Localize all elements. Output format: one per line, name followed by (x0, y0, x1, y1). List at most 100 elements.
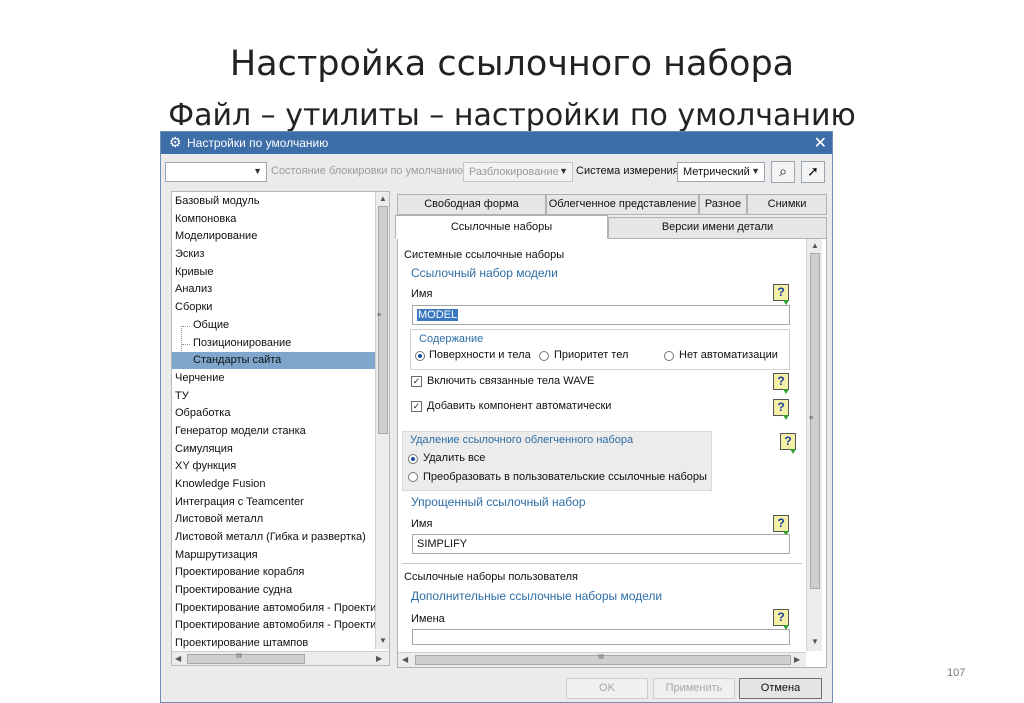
user-sets-heading: Ссылочные наборы пользователя (404, 571, 579, 583)
radio-label: Преобразовать в пользовательские ссылочн… (423, 471, 707, 483)
radio-delete-all[interactable] (408, 454, 418, 464)
scroll-up-icon[interactable]: ▲ (811, 241, 819, 250)
tree-item[interactable]: Обработка (172, 405, 375, 422)
reference-sets-panel: Системные ссылочные наборы Ссылочный наб… (397, 238, 827, 668)
tab-freeform[interactable]: Свободная форма (397, 194, 546, 215)
gear-icon: ⚙ (169, 134, 182, 150)
tree-item[interactable]: Позиционирование (172, 335, 375, 352)
tree-item[interactable]: Листовой металл (172, 511, 375, 528)
wand-icon: ➚ (807, 163, 819, 179)
scroll-right-icon[interactable]: ▶ (376, 654, 382, 663)
tree-item[interactable]: XY функция (172, 458, 375, 475)
checkbox-wave-bodies[interactable]: ✓ (411, 376, 422, 387)
names-label: Имена (411, 613, 445, 625)
cancel-button[interactable]: Отмена (739, 678, 822, 699)
checkbox-auto-add[interactable]: ✓ (411, 401, 422, 412)
ok-button[interactable]: OK (566, 678, 648, 699)
delete-heading: Удаление ссылочного облегченного набора (410, 434, 634, 446)
names-list[interactable] (412, 629, 790, 645)
tree-item[interactable]: Кривые (172, 264, 375, 281)
scroll-left-icon[interactable]: ◀ (175, 654, 181, 663)
help-icon[interactable]: ? (780, 433, 796, 454)
find-default-button[interactable]: ⌕ (771, 161, 795, 183)
name-label: Имя (411, 288, 433, 300)
tree-item[interactable]: Базовый модуль (172, 193, 375, 210)
tree-item[interactable]: Сборки (172, 299, 375, 316)
radio-convert-user-sets[interactable] (408, 472, 418, 482)
apply-button[interactable]: Применить (653, 678, 735, 699)
tree-item-selected[interactable]: Стандарты сайта (172, 352, 375, 369)
tree-vertical-scrollbar[interactable]: ▲ ≡ ▼ (375, 192, 389, 649)
checkbox-label: Включить связанные тела WAVE (427, 375, 595, 387)
tree-horizontal-scrollbar[interactable]: ◀ III ▶ (172, 651, 389, 665)
tab-lightweight[interactable]: Облегченное представление (546, 194, 699, 215)
scroll-up-icon[interactable]: ▲ (379, 194, 387, 203)
tree-item[interactable]: Симуляция (172, 441, 375, 458)
tree-item[interactable]: Маршрутизация (172, 547, 375, 564)
close-icon[interactable]: ✕ (814, 133, 827, 153)
help-icon[interactable]: ? (773, 399, 789, 420)
chevron-down-icon: ▼ (253, 166, 262, 176)
panel-horizontal-scrollbar[interactable]: ◀ III ▶ (398, 652, 806, 667)
tree-item[interactable]: Проектирование штампов (172, 635, 375, 652)
scroll-left-icon[interactable]: ◀ (402, 655, 408, 664)
tree-item[interactable]: Генератор модели станка (172, 423, 375, 440)
radio-surfaces-bodies[interactable] (415, 351, 425, 361)
lock-state-select[interactable]: Разблокирование ▼ (463, 162, 573, 182)
defaults-dialog: ⚙ Настройки по умолчанию ✕ ▼ Состояние б… (160, 131, 833, 703)
chevron-down-icon: ▼ (751, 166, 760, 176)
scroll-thumb[interactable] (187, 654, 305, 664)
scroll-down-icon[interactable]: ▼ (811, 637, 819, 646)
tree-item[interactable]: Моделирование (172, 228, 375, 245)
tree-item[interactable]: Проектирование автомобиля - Проектир (172, 600, 375, 617)
tree-item[interactable]: Черчение (172, 370, 375, 387)
tree-item[interactable]: Анализ (172, 281, 375, 298)
simplified-name-label: Имя (411, 518, 433, 530)
help-icon[interactable]: ? (773, 609, 789, 630)
tab-snapshots[interactable]: Снимки (747, 194, 827, 215)
help-icon[interactable]: ? (773, 284, 789, 305)
radio-no-automation[interactable] (664, 351, 674, 361)
radio-label: Приоритет тел (554, 349, 629, 361)
dialog-title: Настройки по умолчанию (187, 136, 329, 150)
radio-label: Поверхности и тела (429, 349, 531, 361)
panel-vertical-scrollbar[interactable]: ▲ ≡ ▼ (806, 239, 822, 651)
help-icon[interactable]: ? (773, 373, 789, 394)
manage-defaults-button[interactable]: ➚ (801, 161, 825, 183)
tab-misc[interactable]: Разное (699, 194, 747, 215)
tree-item[interactable]: Интеграция с Teamcenter (172, 494, 375, 511)
binoculars-icon: ⌕ (779, 163, 787, 179)
tree-item[interactable]: Общие (172, 317, 375, 334)
units-value: Метрический (683, 166, 750, 178)
radio-label: Удалить все (423, 452, 486, 464)
simplified-name-field[interactable]: SIMPLIFY (412, 534, 790, 554)
slide-subtitle: Файл – утилиты – настройки по умолчанию (168, 98, 856, 133)
tab-part-name-versions[interactable]: Версии имени детали (608, 217, 827, 239)
help-icon[interactable]: ? (773, 515, 789, 536)
scroll-right-icon[interactable]: ▶ (794, 655, 800, 664)
tree-item[interactable]: Листовой металл (Гибка и развертка) (172, 529, 375, 546)
tree-item[interactable]: Проектирование корабля (172, 564, 375, 581)
scroll-down-icon[interactable]: ▼ (379, 636, 387, 645)
content-heading: Содержание (419, 333, 484, 345)
simplified-name-value: SIMPLIFY (417, 538, 468, 550)
scroll-thumb[interactable] (378, 206, 388, 434)
tree-item[interactable]: Компоновка (172, 211, 375, 228)
tree-item[interactable]: ТУ (172, 388, 375, 405)
tree-item[interactable]: Проектирование судна (172, 582, 375, 599)
grip-icon: III (598, 654, 604, 661)
simplified-heading: Упрощенный ссылочный набор (411, 495, 586, 509)
slide-title: Настройка ссылочного набора (229, 44, 795, 84)
units-select[interactable]: Метрический ▼ (677, 162, 765, 182)
model-name-field[interactable]: MODEL (412, 305, 790, 325)
tree-item[interactable]: Knowledge Fusion (172, 476, 375, 493)
model-set-heading: Ссылочный набор модели (411, 266, 558, 280)
radio-body-priority[interactable] (539, 351, 549, 361)
module-select[interactable]: ▼ (165, 162, 267, 182)
divider (402, 563, 802, 564)
tab-reference-sets[interactable]: Ссылочные наборы (395, 215, 608, 239)
tree-item[interactable]: Проектирование автомобиля - Проектир (172, 617, 375, 634)
lock-state-value: Разблокирование (469, 166, 559, 178)
grip-icon: III (236, 653, 242, 660)
tree-item[interactable]: Эскиз (172, 246, 375, 263)
